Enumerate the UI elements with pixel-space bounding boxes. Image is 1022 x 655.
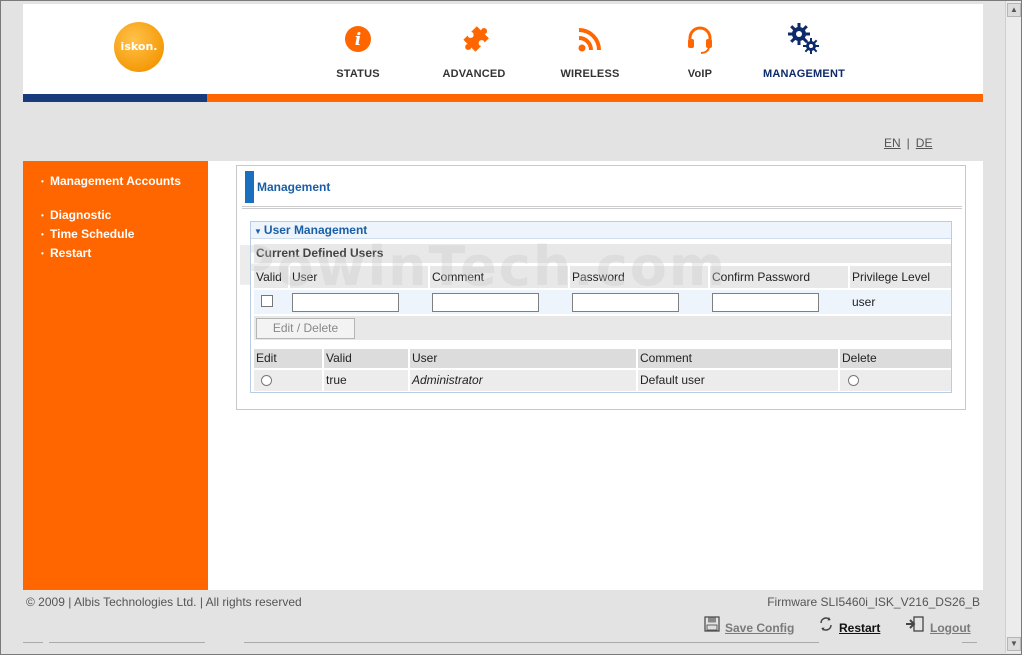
footer-divider — [962, 642, 977, 643]
floppy-disk-icon — [704, 616, 720, 632]
nav-wireless[interactable]: WIRELESS — [535, 4, 645, 94]
nav-voip-label: VoIP — [687, 68, 713, 80]
triangle-down-icon: ▼ — [254, 227, 262, 236]
panel-divider — [242, 206, 962, 209]
logout-door-icon — [906, 616, 924, 632]
logout-button[interactable]: Logout — [905, 616, 971, 635]
page-title: Management — [257, 180, 331, 194]
restart-arrows-icon — [820, 617, 832, 631]
sidebar-item-time-schedule[interactable]: • Time Schedule — [41, 227, 200, 242]
header-bar-blue — [23, 94, 207, 102]
language-switcher: EN | DE — [884, 136, 932, 150]
new-user-form-row: user — [254, 290, 951, 314]
bullet-icon: • — [41, 230, 44, 239]
nav-advanced-label: ADVANCED — [442, 68, 506, 80]
nav-advanced[interactable]: ADVANCED — [419, 4, 529, 94]
sidebar-item-label: Diagnostic — [50, 208, 112, 222]
col-header-user: User — [290, 266, 430, 288]
lang-separator: | — [906, 136, 910, 150]
table-row: true Administrator Default user — [254, 370, 951, 391]
footer-divider — [23, 642, 43, 643]
wireless-icon — [578, 28, 601, 52]
sidebar-item-label: Restart — [50, 246, 92, 260]
edit-radio[interactable] — [261, 375, 272, 386]
user-management-section: ▼ User Management Current Defined Users V… — [250, 221, 952, 393]
comment-input[interactable] — [432, 293, 539, 312]
edit-delete-button[interactable]: Edit / Delete — [256, 318, 355, 339]
vertical-scrollbar[interactable]: ▲ ▼ — [1005, 1, 1021, 653]
nav-status-label: STATUS — [336, 68, 380, 80]
gears-icon — [788, 23, 819, 54]
sidebar-item-diagnostic[interactable]: • Diagnostic — [41, 208, 200, 223]
nav-wireless-label: WIRELESS — [560, 68, 620, 80]
user-management-toggle[interactable]: ▼ User Management — [251, 222, 951, 239]
scroll-down-arrow-icon[interactable]: ▼ — [1007, 637, 1021, 651]
sidebar-item-label: Management Accounts — [50, 174, 181, 188]
info-icon: i — [345, 26, 371, 52]
nav-voip[interactable]: VoIP — [645, 4, 755, 94]
col-header-delete: Delete — [840, 349, 951, 368]
header-bar-orange — [207, 94, 983, 102]
col-header-privilege-level: Privilege Level — [850, 266, 951, 288]
user-cell: Administrator — [410, 370, 638, 391]
bullet-icon: • — [41, 249, 44, 258]
privilege-level-value: user — [852, 295, 876, 309]
management-panel: Management ▼ User Management Current Defi… — [236, 165, 966, 410]
nav-management[interactable]: MANAGEMENT — [749, 4, 859, 94]
restart-button[interactable]: Restart — [818, 616, 881, 635]
footer: © 2009 | Albis Technologies Ltd. | All r… — [23, 590, 983, 612]
col-header-comment: Comment — [430, 266, 570, 288]
comment-cell: Default user — [638, 370, 840, 391]
sidebar-item-management-accounts[interactable]: • Management Accounts — [41, 174, 200, 189]
sidebar: • Management Accounts • Diagnostic • Tim… — [23, 161, 208, 590]
lang-de-link[interactable]: DE — [916, 136, 933, 150]
puzzle-icon — [463, 26, 489, 52]
form-button-row: Edit / Delete — [254, 316, 951, 340]
bullet-icon: • — [41, 211, 44, 220]
confirm-password-input[interactable] — [712, 293, 819, 312]
save-config-button[interactable]: Save Config — [704, 616, 795, 635]
nav-management-label: MANAGEMENT — [762, 68, 846, 80]
footer-divider — [244, 642, 819, 643]
valid-cell: true — [324, 370, 410, 391]
user-input[interactable] — [292, 293, 399, 312]
save-config-label: Save Config — [725, 621, 795, 635]
bullet-icon: • — [41, 177, 44, 186]
col-header-password: Password — [570, 266, 710, 288]
delete-cell — [840, 370, 951, 391]
firmware-version: Firmware SLI5460i_ISK_V216_DS26_B — [767, 595, 980, 609]
headset-icon — [688, 26, 712, 54]
svg-text:i: i — [355, 30, 361, 50]
sidebar-item-label: Time Schedule — [50, 227, 135, 241]
password-input[interactable] — [572, 293, 679, 312]
col-header-edit: Edit — [254, 349, 324, 368]
current-users-label: Current Defined Users — [254, 244, 951, 263]
panel-accent-bar — [245, 171, 254, 203]
lang-en-link[interactable]: EN — [884, 136, 901, 150]
col-header-user: User — [410, 349, 638, 368]
col-header-valid: Valid — [324, 349, 410, 368]
main-content: Management ▼ User Management Current Defi… — [208, 161, 983, 590]
restart-label: Restart — [839, 621, 881, 635]
users-table-header: Edit Valid User Comment Delete — [254, 349, 951, 368]
delete-radio[interactable] — [848, 375, 859, 386]
col-header-confirm-password: Confirm Password — [710, 266, 850, 288]
nav-status[interactable]: i STATUS — [303, 4, 413, 94]
col-header-comment: Comment — [638, 349, 840, 368]
logo-text: iskon. — [120, 40, 158, 53]
header: iskon. i STATUS ADVANCED WIRELESS VoIP M… — [23, 4, 983, 94]
copyright-text: © 2009 | Albis Technologies Ltd. | All r… — [26, 595, 302, 609]
logout-label: Logout — [930, 621, 971, 635]
valid-checkbox[interactable] — [261, 295, 273, 307]
form-header-row: Valid User Comment Password Confirm Pass… — [254, 266, 951, 288]
edit-cell — [254, 370, 324, 391]
section-title: User Management — [263, 223, 368, 237]
iskon-logo: iskon. — [114, 22, 164, 72]
footer-divider — [49, 642, 205, 643]
scroll-up-arrow-icon[interactable]: ▲ — [1007, 3, 1021, 17]
sidebar-item-restart[interactable]: • Restart — [41, 246, 200, 261]
col-header-valid: Valid — [254, 266, 290, 288]
